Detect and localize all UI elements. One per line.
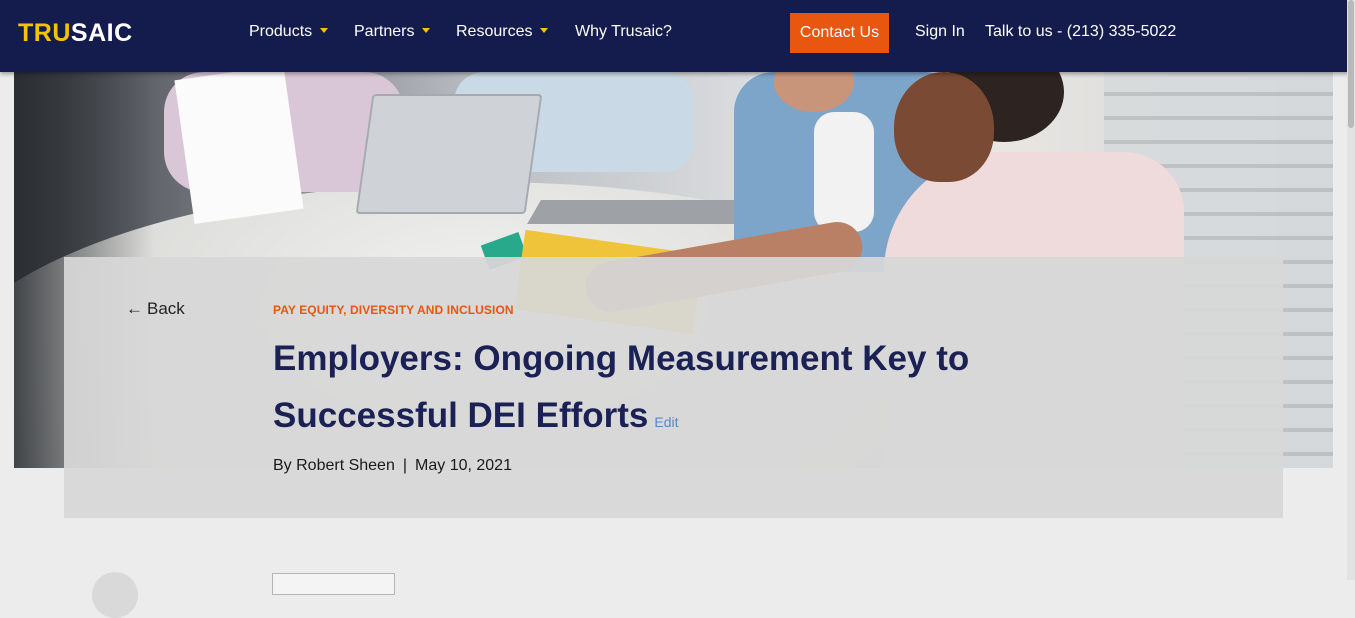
article-title: Employers: Ongoing Measurement Key to Su… <box>273 330 1033 451</box>
author-name: By Robert Sheen <box>273 457 395 474</box>
logo-text-tru: TRU <box>18 19 71 47</box>
caret-down-icon <box>320 28 329 34</box>
article-byline: By Robert Sheen | May 10, 2021 <box>273 457 512 475</box>
byline-separator: | <box>402 457 408 474</box>
hero-paper-shape <box>174 72 304 224</box>
nav-partners-label: Partners <box>354 23 415 40</box>
trusaic-logo[interactable]: TRUSAIC <box>18 19 133 48</box>
talk-to-us-phone-link[interactable]: Talk to us - (213) 335-5022 <box>985 23 1176 41</box>
nav-resources[interactable]: Resources <box>456 23 549 41</box>
author-avatar <box>92 572 138 618</box>
contact-us-button[interactable]: Contact Us <box>790 13 889 53</box>
nav-why-trusaic-label: Why Trusaic? <box>575 23 672 40</box>
article-category-link[interactable]: PAY EQUITY, DIVERSITY AND INCLUSION <box>273 303 514 317</box>
nav-partners[interactable]: Partners <box>354 23 431 41</box>
nav-why-trusaic[interactable]: Why Trusaic? <box>575 23 672 41</box>
back-label: Back <box>147 299 185 318</box>
broken-image-placeholder <box>272 573 395 595</box>
scrollbar-thumb[interactable] <box>1348 0 1354 128</box>
nav-resources-label: Resources <box>456 23 533 40</box>
nav-products-label: Products <box>249 23 313 40</box>
hero-face-shape-2 <box>894 72 994 182</box>
article-title-text: Employers: Ongoing Measurement Key to Su… <box>273 339 970 435</box>
hero-laptop-shape <box>355 94 543 214</box>
caret-down-icon <box>540 28 549 34</box>
page-scrollbar[interactable] <box>1347 0 1355 580</box>
hero-laptop-base-shape <box>527 200 761 224</box>
sign-in-link[interactable]: Sign In <box>915 23 965 41</box>
hero-shirt-shape <box>814 112 874 232</box>
nav-products[interactable]: Products <box>249 23 329 41</box>
back-link[interactable]: ← Back <box>126 299 185 319</box>
caret-down-icon <box>422 28 431 34</box>
publish-date: May 10, 2021 <box>415 457 512 474</box>
logo-text-saic: SAIC <box>70 19 133 47</box>
site-header: TRUSAIC Products Partners Resources Why … <box>0 0 1355 72</box>
edit-link[interactable]: Edit <box>654 414 678 430</box>
arrow-left-icon: ← <box>126 299 143 318</box>
